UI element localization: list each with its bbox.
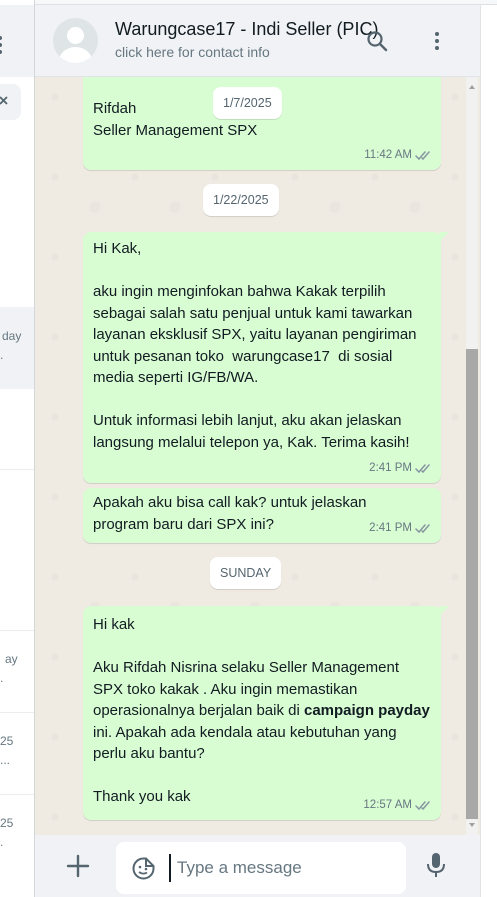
message-meta: 2:41 PM [369, 458, 433, 480]
sticker-icon[interactable] [131, 856, 156, 881]
double-check-icon [415, 801, 430, 810]
message-meta: 11:42 AM [364, 145, 433, 167]
scrollbar-thumb[interactable] [466, 349, 478, 819]
message-list-scrollbar[interactable] [466, 77, 478, 835]
chat-list-item[interactable]: day . [0, 307, 34, 389]
outgoing-message[interactable]: Hi kak Aku Rifdah Nisrina selaku Seller … [83, 606, 449, 820]
double-check-icon [415, 151, 430, 160]
bubble-tail [439, 606, 449, 616]
date-separator: 1/22/2025 [203, 184, 279, 216]
close-icon[interactable] [0, 96, 10, 108]
chat-list-item-preview: ... [0, 753, 11, 767]
date-separator: SUNDAY [210, 557, 282, 589]
bubble-tail [439, 232, 449, 242]
chat-list-item-preview: . [0, 348, 4, 362]
message-input[interactable] [169, 854, 394, 882]
window-right-edge [480, 5, 497, 897]
more-options-icon[interactable] [425, 29, 449, 53]
outgoing-message[interactable]: Hi Kak, aku ingin menginfokan bahwa Kaka… [83, 232, 449, 483]
message-composer [35, 835, 480, 897]
chat-list-divider [0, 794, 34, 795]
chat-list-item[interactable]: 25 ... [0, 734, 34, 794]
outgoing-message[interactable]: Apakah aku bisa call kak? untuk jelaskan… [83, 488, 441, 543]
chat-list-item[interactable]: ay . [0, 652, 34, 712]
message-input-box[interactable] [116, 842, 406, 894]
message-text: Hi Kak, aku ingin menginfokan bahwa Kaka… [93, 240, 417, 451]
chat-list-sidebar: day . ay . 25 ... 25 . [0, 0, 35, 897]
microphone-icon[interactable] [425, 851, 447, 879]
contact-name[interactable]: Warungcase17 - Indi Seller (PIC) [115, 19, 378, 40]
chat-list-item-time: day [2, 329, 22, 343]
chat-list-item-preview: . [0, 671, 4, 685]
message-time: 12:57 AM [363, 798, 412, 811]
message-meta: 2:41 PM [369, 518, 433, 540]
chat-list-divider [0, 630, 34, 631]
conversation-header[interactable]: Warungcase17 - Indi Seller (PIC) click h… [35, 5, 480, 77]
avatar-body-shape [59, 47, 92, 63]
scroll-down-arrow[interactable] [469, 823, 475, 827]
avatar-head-shape [67, 27, 84, 44]
whatsapp-web-window: day . ay . 25 ... 25 . Warungcase17 - In… [0, 0, 497, 897]
date-separator: 1/7/2025 [213, 87, 282, 119]
message-meta: 12:57 AM [363, 795, 433, 817]
scroll-up-arrow[interactable] [469, 85, 475, 89]
message-time: 2:41 PM [369, 521, 412, 534]
double-check-icon [415, 464, 430, 473]
chat-list-divider [0, 469, 34, 470]
message-list[interactable]: Rifdah Seller Management SPX 11:42 AM 1/… [35, 77, 480, 835]
contact-info-hint[interactable]: click here for contact info [115, 44, 270, 60]
message-text-bold: campaign payday [303, 702, 430, 719]
conversation-pane: Warungcase17 - Indi Seller (PIC) click h… [35, 5, 480, 897]
chat-list-item-time: 25 [0, 816, 14, 830]
chat-list-item-time: ay [5, 652, 18, 666]
plus-icon[interactable] [65, 853, 91, 879]
menu-icon[interactable] [0, 33, 6, 57]
sidebar-header [0, 5, 34, 77]
chat-list-item-time: 25 [0, 734, 14, 748]
search-icon[interactable] [365, 29, 389, 53]
chat-list-item[interactable]: 25 . [0, 816, 34, 876]
message-time: 11:42 AM [364, 148, 412, 161]
chat-list-item-preview: . [0, 835, 4, 849]
message-text: Apakah aku bisa call kak? untuk jelaskan… [93, 494, 371, 533]
message-text: Hi kak Aku Rifdah Nisrina selaku Seller … [93, 614, 431, 808]
chat-list-divider [0, 712, 34, 713]
message-time: 2:41 PM [369, 461, 412, 474]
double-check-icon [415, 524, 430, 533]
contact-avatar[interactable] [53, 18, 98, 63]
